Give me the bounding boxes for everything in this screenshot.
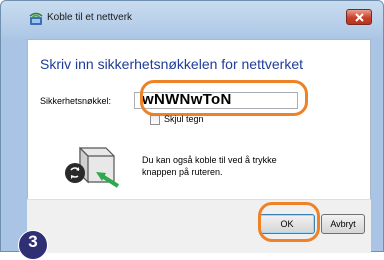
title-bar: Koble til et nettverk bbox=[1, 1, 383, 39]
step-number: 3 bbox=[28, 232, 38, 251]
close-button[interactable] bbox=[346, 9, 372, 25]
dialog-footer: OK Avbryt bbox=[27, 199, 371, 253]
security-key-label: Sikkerhetsnøkkel: bbox=[40, 96, 112, 106]
step-number-badge: 3 bbox=[18, 230, 48, 260]
page-heading: Skriv inn sikkerhetsnøkkelen for nettver… bbox=[40, 56, 303, 72]
hide-characters-label[interactable]: Skjul tegn bbox=[164, 114, 204, 124]
wifi-network-icon bbox=[28, 11, 44, 27]
security-key-highlight bbox=[140, 80, 308, 116]
push-button-info: Du kan også koble til ved å trykke knapp… bbox=[142, 155, 277, 177]
close-icon bbox=[355, 13, 364, 22]
router-push-button-icon bbox=[58, 140, 124, 196]
window-title: Koble til et nettverk bbox=[47, 12, 133, 23]
hide-characters-checkbox[interactable] bbox=[150, 115, 160, 125]
ok-button-highlight bbox=[258, 202, 320, 242]
cancel-button[interactable]: Avbryt bbox=[321, 214, 365, 234]
connect-network-dialog: Koble til et nettverk Skriv inn sikkerhe… bbox=[0, 0, 384, 253]
